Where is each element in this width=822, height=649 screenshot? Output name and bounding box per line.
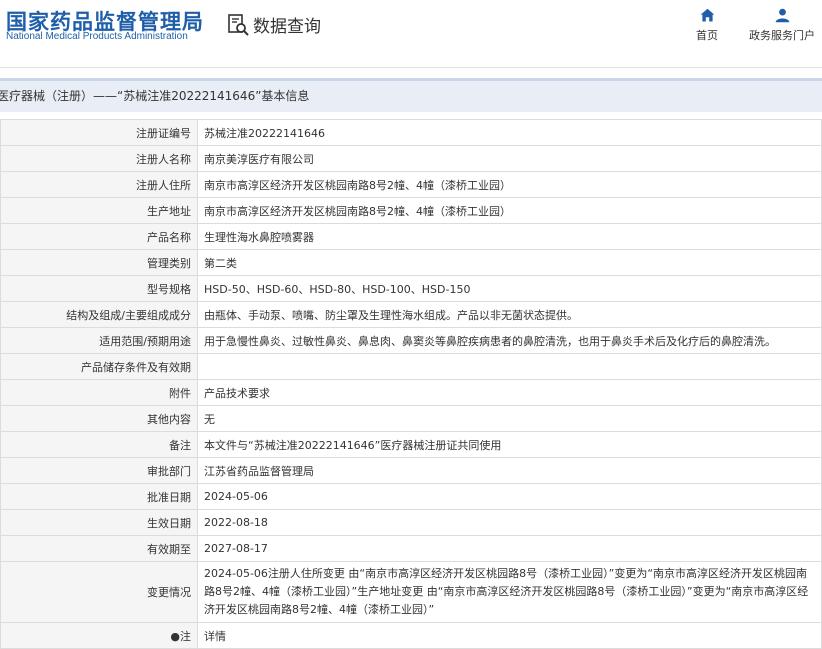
nav-gov-label: 政务服务门户 [749, 29, 815, 42]
row-label: 审批部门 [0, 457, 198, 484]
row-value: 用于急慢性鼻炎、过敏性鼻炎、鼻息肉、鼻窦炎等鼻腔疾病患者的鼻腔清洗，也用于鼻炎手… [197, 327, 822, 354]
data-search-icon [228, 13, 249, 36]
row-label: 注册人住所 [0, 171, 198, 198]
section-title: 医疗器械（注册）——“苏械注准20222141646”基本信息 [0, 78, 822, 112]
home-icon [700, 8, 714, 22]
row-value: 第二类 [197, 249, 822, 276]
table-row: 附件 产品技术要求 [0, 379, 822, 406]
row-value: 生理性海水鼻腔喷雾器 [197, 223, 822, 250]
row-label: 有效期至 [0, 535, 198, 562]
row-label: 生产地址 [0, 197, 198, 224]
row-value: 2024-05-06注册人住所变更 由“南京市高淳区经济开发区桃园路8号（漆桥工… [197, 561, 822, 623]
table-row: 审批部门 江苏省药品监督管理局 [0, 457, 822, 484]
row-value: 2022-08-18 [197, 509, 822, 536]
row-value: 南京美淳医疗有限公司 [197, 145, 822, 172]
row-value [197, 353, 822, 380]
row-value: 南京市高淳区经济开发区桃园南路8号2幢、4幢（漆桥工业园） [197, 197, 822, 224]
table-row: 注册证编号 苏械注准20222141646 [0, 119, 822, 146]
table-row: 其他内容无 [0, 405, 822, 432]
table-row: 备注 本文件与“苏械注准20222141646”医疗器械注册证共同使用 [0, 431, 822, 458]
row-label: 备注 [0, 431, 198, 458]
site-title: 数据查询 [226, 12, 321, 37]
row-label: 适用范围/预期用途 [0, 327, 198, 354]
row-value: 产品技术要求 [197, 379, 822, 406]
table-row: 产品储存条件及有效期 [0, 353, 822, 380]
table-row: 变更情况 2024-05-06注册人住所变更 由“南京市高淳区经济开发区桃园路8号… [0, 561, 822, 623]
row-label: 附件 [0, 379, 198, 406]
table-row: 生效日期 2022-08-18 [0, 509, 822, 536]
table-row: 注册人名称 南京美淳医疗有限公司 [0, 145, 822, 172]
table-row: 批准日期 2024-05-06 [0, 483, 822, 510]
site-header: 国家药品监督管理局 National Medical Products Admi… [0, 0, 822, 68]
row-label: 型号规格 [0, 275, 198, 302]
detail-table: 注册证编号 苏械注准20222141646 注册人名称 南京美淳医疗有限公司 注册人住所… [0, 119, 822, 649]
table-row: 产品名称 生理性海水鼻腔喷雾器 [0, 223, 822, 250]
details-link[interactable]: 详情 [197, 622, 822, 649]
row-label: 其他内容 [0, 405, 198, 432]
logo-english[interactable]: National Medical Products Administration [6, 31, 188, 42]
table-row: 适用范围/预期用途 用于急慢性鼻炎、过敏性鼻炎、鼻息肉、鼻窦炎等鼻腔疾病患者的鼻腔… [0, 327, 822, 354]
row-value: 本文件与“苏械注准20222141646”医疗器械注册证共同使用 [197, 431, 822, 458]
table-row: 注册人住所 南京市高淳区经济开发区桃园南路8号2幢、4幢（漆桥工业园） [0, 171, 822, 198]
table-row: 结构及组成/主要组成成分 由瓶体、手动泵、喷嘴、防尘罩及生理性海水组成。产品以非无… [0, 301, 822, 328]
table-row: 管理类别 第二类 [0, 249, 822, 276]
row-label: 变更情况 [0, 561, 198, 623]
row-label: 结构及组成/主要组成成分 [0, 301, 198, 328]
table-row: 有效期至 2027-08-17 [0, 535, 822, 562]
table-row: 生产地址 南京市高淳区经济开发区桃园南路8号2幢、4幢（漆桥工业园） [0, 197, 822, 224]
row-label: 批准日期 [0, 483, 198, 510]
row-value: 由瓶体、手动泵、喷嘴、防尘罩及生理性海水组成。产品以非无菌状态提供。 [197, 301, 822, 328]
row-label: 产品名称 [0, 223, 198, 250]
row-value: 无 [197, 405, 822, 432]
table-row: ●注 详情 [0, 622, 822, 649]
row-value: 2024-05-06 [197, 483, 822, 510]
nav-home-label: 首页 [696, 29, 718, 42]
row-label: 注册证编号 [0, 119, 198, 146]
row-value: 2027-08-17 [197, 535, 822, 562]
nav-home[interactable]: 首页 [692, 7, 722, 43]
table-row: 型号规格 HSD-50、HSD-60、HSD-80、HSD-100、HSD-150 [0, 275, 822, 302]
section-title-text: 医疗器械（注册）——“苏械注准20222141646”基本信息 [0, 89, 310, 103]
row-label: 注册人名称 [0, 145, 198, 172]
row-label: ●注 [0, 622, 198, 649]
header-divider [0, 67, 822, 68]
row-value: HSD-50、HSD-60、HSD-80、HSD-100、HSD-150 [197, 275, 822, 302]
user-icon [775, 8, 789, 23]
row-value: 江苏省药品监督管理局 [197, 457, 822, 484]
nav-gov-portal[interactable]: 政务服务门户 [748, 7, 816, 43]
row-label: 产品储存条件及有效期 [0, 353, 198, 380]
site-title-text: 数据查询 [253, 17, 321, 37]
row-label: 生效日期 [0, 509, 198, 536]
row-label: 管理类别 [0, 249, 198, 276]
row-value: 苏械注准20222141646 [197, 119, 822, 146]
row-value: 南京市高淳区经济开发区桃园南路8号2幢、4幢（漆桥工业园） [197, 171, 822, 198]
